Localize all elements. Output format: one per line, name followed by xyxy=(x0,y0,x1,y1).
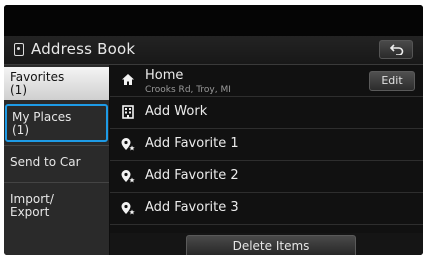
address-book-icon xyxy=(14,43,24,56)
sidebar-item-favorites[interactable]: Favorites (1) xyxy=(4,67,109,100)
sidebar-item-send-to-car[interactable]: Send to Car xyxy=(4,152,109,182)
list-item-add-favorite-1[interactable]: Add Favorite 1 xyxy=(110,129,423,161)
list-item-label: Add Favorite 3 xyxy=(145,200,239,215)
favorite-pin-icon xyxy=(120,137,136,153)
list-item-label: Home xyxy=(145,68,184,83)
address-list: Home Crooks Rd, Troy, MI Edit Add Work A… xyxy=(110,65,423,255)
sidebar-item-label-line2: Export xyxy=(10,205,50,219)
list-item-add-favorite-2[interactable]: Add Favorite 2 xyxy=(110,161,423,193)
list-item-add-work[interactable]: Add Work xyxy=(110,97,423,129)
sidebar-item-my-places[interactable]: My Places (1) xyxy=(4,103,109,143)
list-item-add-favorite-3[interactable]: Add Favorite 3 xyxy=(110,193,423,225)
status-bar xyxy=(4,5,423,36)
header-bar: Address Book xyxy=(4,36,423,65)
list-item-label: Add Work xyxy=(145,104,208,119)
favorite-pin-icon xyxy=(120,201,136,217)
list-item-label: Add Favorite 2 xyxy=(145,168,239,183)
back-arrow-icon xyxy=(390,44,404,55)
device-frame: Address Book Favorites (1) My Places (1)… xyxy=(0,0,427,257)
list-item-home[interactable]: Home Crooks Rd, Troy, MI Edit xyxy=(110,65,423,97)
sidebar-item-label: Send to Car xyxy=(10,155,81,169)
sidebar-divider xyxy=(4,145,109,146)
sidebar: Favorites (1) My Places (1) Send to Car … xyxy=(4,65,109,255)
bottom-action-bar: Delete Items xyxy=(110,233,423,255)
list-item-address: Crooks Rd, Troy, MI xyxy=(145,85,231,95)
building-icon xyxy=(120,105,136,121)
favorite-pin-icon xyxy=(120,169,136,185)
sidebar-item-import-export[interactable]: Import/ Export xyxy=(4,189,109,225)
page-title: Address Book xyxy=(31,40,136,58)
sidebar-divider xyxy=(4,182,109,183)
home-icon xyxy=(120,73,136,89)
sidebar-item-count: (1) xyxy=(12,123,29,137)
sidebar-item-count: (1) xyxy=(10,83,27,97)
delete-items-button[interactable]: Delete Items xyxy=(186,235,356,255)
edit-button[interactable]: Edit xyxy=(369,71,415,91)
back-button[interactable] xyxy=(379,40,413,59)
screen: Address Book Favorites (1) My Places (1)… xyxy=(4,5,423,255)
list-item-label: Add Favorite 1 xyxy=(145,136,239,151)
